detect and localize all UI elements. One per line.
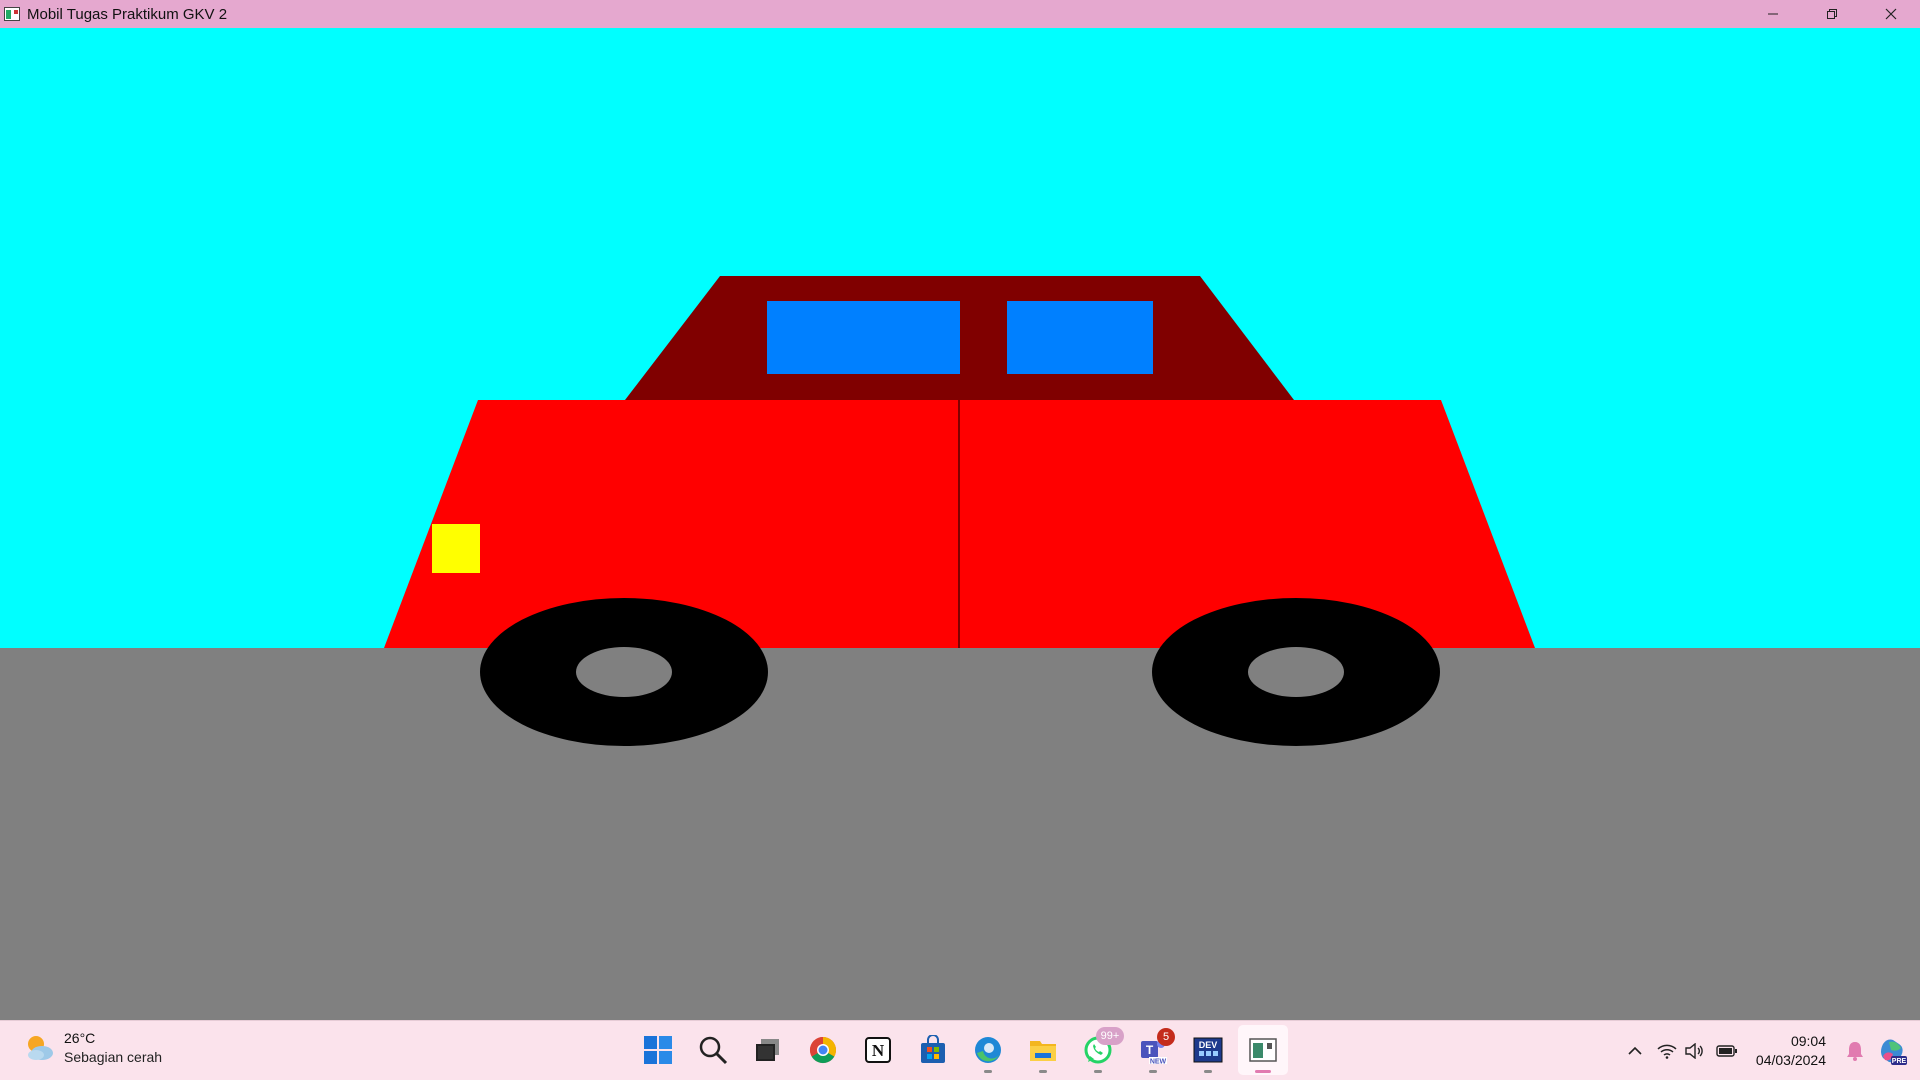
dev-cpp-button[interactable]: DEV [1183, 1025, 1233, 1075]
microsoft-store-button[interactable] [908, 1025, 958, 1075]
title-bar: Mobil Tugas Praktikum GKV 2 [0, 0, 1920, 28]
clock-date: 04/03/2024 [1755, 1052, 1826, 1068]
clock[interactable]: 09:04 04/03/2024 [1756, 1032, 1826, 1070]
restore-button[interactable] [1802, 0, 1861, 28]
running-indicator [1204, 1070, 1212, 1073]
opengl-canvas[interactable] [0, 28, 1920, 1020]
restore-icon [1826, 9, 1837, 19]
chrome-icon [809, 1036, 837, 1064]
folder-icon [1030, 1041, 1056, 1061]
window-controls [1743, 0, 1920, 28]
minimize-icon [1767, 13, 1778, 15]
wifi-button[interactable] [1654, 1031, 1680, 1071]
edge-icon [975, 1037, 1001, 1063]
taskbar-apps: N 99+ T NEW 5 DEV [633, 1025, 1293, 1075]
app-window-icon [4, 7, 20, 21]
whatsapp-button[interactable]: 99+ [1073, 1025, 1124, 1075]
opengl-window-icon [1249, 1038, 1277, 1062]
task-view-icon [756, 1039, 779, 1061]
close-icon [1885, 8, 1896, 20]
svg-text:T: T [1146, 1043, 1154, 1057]
svg-text:DEV: DEV [1199, 1040, 1218, 1050]
chevron-up-icon [1628, 1046, 1642, 1055]
microsoft-store-icon [921, 1035, 945, 1063]
partly-sunny-icon [22, 1031, 56, 1065]
edge-button[interactable] [963, 1025, 1013, 1075]
dev-cpp-icon: DEV [1193, 1037, 1223, 1063]
running-indicator [1094, 1070, 1102, 1073]
whatsapp-badge: 99+ [1096, 1027, 1124, 1045]
running-indicator [984, 1070, 992, 1073]
battery-icon [1716, 1045, 1737, 1057]
copilot-icon: PRE [1881, 1039, 1907, 1065]
wifi-icon [1657, 1044, 1677, 1059]
car-headlight [432, 524, 480, 573]
copilot-button[interactable]: PRE [1870, 1031, 1914, 1071]
weather-temperature: 26°C [64, 1030, 96, 1046]
task-view-button[interactable] [743, 1025, 793, 1075]
weather-description: Sebagian cerah [64, 1049, 163, 1065]
window-title: Mobil Tugas Praktikum GKV 2 [27, 5, 228, 23]
taskbar: 26°C Sebagian cerah N 99+ T NEW 5 DEV 09… [0, 1020, 1920, 1080]
volume-icon [1685, 1043, 1703, 1059]
running-indicator [1039, 1070, 1047, 1073]
clock-time: 09:04 [1790, 1033, 1826, 1049]
volume-button[interactable] [1680, 1031, 1708, 1071]
minimize-button[interactable] [1743, 0, 1802, 28]
teams-badge: 5 [1157, 1028, 1175, 1046]
road [0, 648, 1920, 1020]
bell-icon [1847, 1042, 1863, 1061]
car-window-rear [1007, 301, 1153, 374]
teams-button[interactable]: T NEW 5 [1128, 1025, 1178, 1075]
running-indicator [1255, 1070, 1271, 1073]
front-hubcap [576, 647, 672, 697]
notion-icon: N [865, 1037, 891, 1063]
search-icon [699, 1036, 728, 1065]
svg-text:NEW: NEW [1150, 1059, 1167, 1066]
notion-button[interactable]: N [853, 1025, 903, 1075]
system-tray: 09:04 04/03/2024 PRE [1616, 1021, 1920, 1080]
opengl-app-button[interactable] [1238, 1025, 1288, 1075]
notifications-button[interactable] [1840, 1031, 1870, 1071]
windows-start-icon [644, 1036, 672, 1064]
svg-text:PRE: PRE [1892, 1058, 1907, 1065]
running-indicator [1149, 1070, 1157, 1073]
close-button[interactable] [1861, 0, 1920, 28]
show-hidden-icons-button[interactable] [1616, 1031, 1654, 1071]
rear-hubcap [1248, 647, 1344, 697]
car-window-front [767, 301, 960, 374]
weather-widget[interactable]: 26°C Sebagian cerah [22, 1029, 162, 1067]
svg-text:N: N [872, 1041, 885, 1060]
file-explorer-button[interactable] [1018, 1025, 1068, 1075]
battery-button[interactable] [1708, 1031, 1746, 1071]
chrome-button[interactable] [798, 1025, 848, 1075]
start-button[interactable] [633, 1025, 683, 1075]
search-button[interactable] [688, 1025, 738, 1075]
